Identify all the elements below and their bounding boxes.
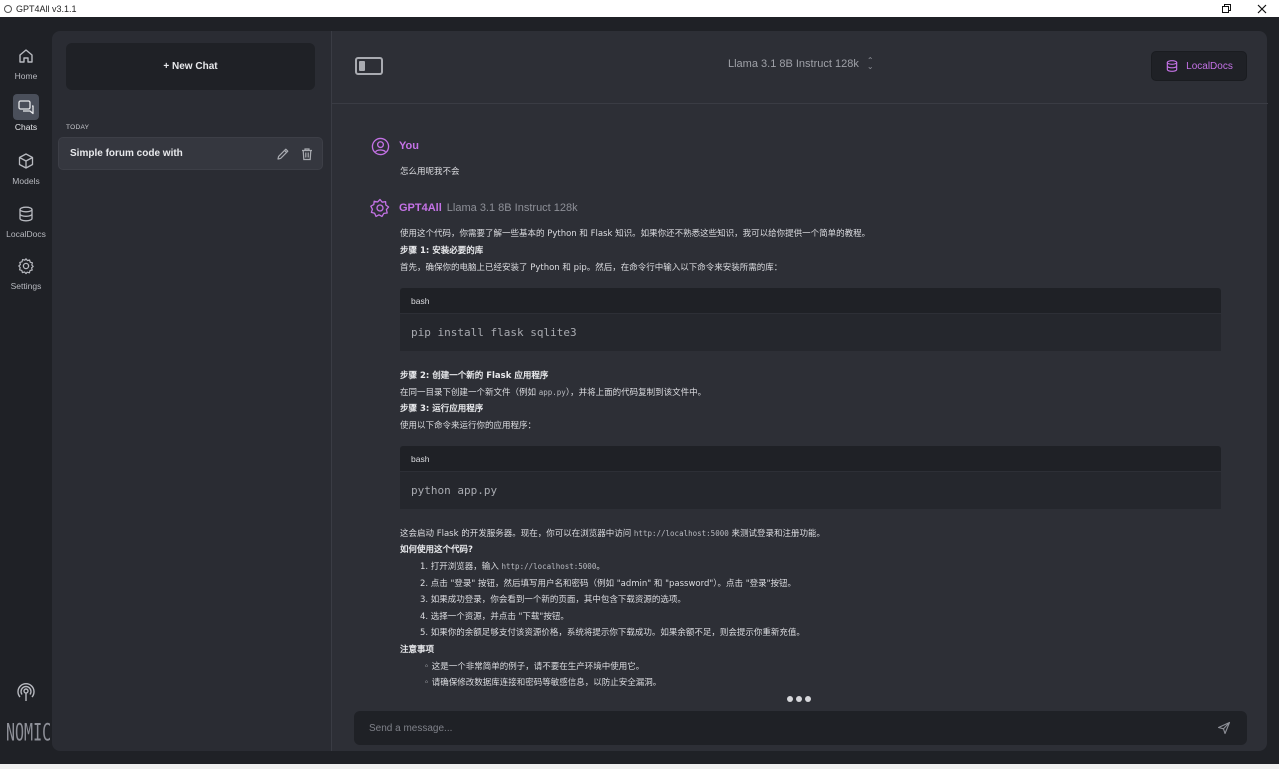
chat-header: Llama 3.1 8B Instruct 128k ⌃ ⌄ LocalDocs bbox=[332, 31, 1268, 104]
settings-icon bbox=[13, 253, 39, 279]
nav-item-models[interactable]: Models bbox=[0, 148, 52, 196]
inline-code: http://localhost:5000 bbox=[633, 529, 729, 538]
restore-icon bbox=[1221, 4, 1231, 13]
response-line: 使用以下命令来运行你的应用程序： bbox=[400, 421, 537, 431]
send-icon bbox=[1217, 721, 1231, 735]
app-icon bbox=[4, 4, 12, 13]
response-step: 3. 如果成功登录，你会看到一个新的页面，其中包含下载资源的选项。 bbox=[420, 595, 686, 605]
trash-icon[interactable] bbox=[298, 145, 316, 163]
inline-code: http://localhost:5000 bbox=[501, 562, 597, 571]
localdocs-button[interactable]: LocalDocs bbox=[1151, 51, 1247, 81]
home-icon bbox=[13, 43, 39, 69]
user-message-header: You bbox=[370, 136, 419, 156]
nav-label-models: Models bbox=[12, 176, 40, 186]
localdocs-icon bbox=[13, 201, 39, 227]
assistant-message-header: GPT4All Llama 3.1 8B Instruct 128k bbox=[370, 198, 578, 218]
code-text: pip install flask sqlite3 bbox=[400, 314, 1221, 351]
response-heading: 注意事项 bbox=[400, 645, 435, 655]
assistant-model-name: Llama 3.1 8B Instruct 128k bbox=[446, 202, 578, 214]
assistant-name: GPT4All bbox=[399, 202, 442, 214]
nav-item-home[interactable]: Home bbox=[0, 43, 52, 91]
response-step: 2. 点击 "登录" 按钮，然后填写用户名和密码（例如 "admin" 和 "p… bbox=[420, 579, 797, 589]
nav-label-home: Home bbox=[14, 71, 38, 81]
code-block[interactable]: bash python app.py bbox=[400, 446, 1221, 509]
section-label-today: TODAY bbox=[66, 124, 90, 131]
gpt4all-logo-icon bbox=[370, 198, 390, 218]
user-name: You bbox=[399, 140, 419, 152]
localdocs-label: LocalDocs bbox=[1186, 60, 1233, 72]
toggle-sidebar-button[interactable] bbox=[355, 57, 383, 75]
response-line: 首先，确保你的电脑上已经安装了 Python 和 pip。然后，在命令行中输入以… bbox=[400, 263, 783, 273]
code-language: bash bbox=[400, 446, 1221, 472]
edit-icon[interactable] bbox=[274, 145, 292, 163]
model-name: Llama 3.1 8B Instruct 128k bbox=[728, 58, 859, 70]
user-avatar-icon bbox=[370, 136, 390, 156]
message-input[interactable] bbox=[354, 722, 1209, 734]
close-icon bbox=[1257, 4, 1267, 13]
response-line: 使用这个代码，你需要了解一些基本的 Python 和 Flask 知识。如果你还… bbox=[400, 229, 871, 239]
response-step: 4. 选择一个资源，并点击 "下载"按钮。 bbox=[420, 612, 569, 622]
models-icon bbox=[13, 148, 39, 174]
nav-label-settings: Settings bbox=[10, 281, 42, 291]
inline-code: app.py bbox=[538, 388, 566, 397]
send-button[interactable] bbox=[1209, 713, 1239, 743]
response-bullet: ◦ 请确保修改数据库连接和密码等敏感信息，以防止安全漏洞。 bbox=[424, 678, 662, 688]
chat-list-panel: + New Chat TODAY Simple forum code with bbox=[52, 31, 331, 751]
chevron-updown-icon: ⌃ ⌄ bbox=[866, 56, 874, 71]
user-message-text: 怎么用呢我不会 bbox=[400, 167, 460, 177]
chat-title: Simple forum code with bbox=[70, 148, 183, 159]
restore-button[interactable] bbox=[1211, 0, 1241, 17]
nav-label-chats: Chats bbox=[14, 122, 38, 132]
conversation: You 怎么用呢我不会 GPT4All Llama 3.1 8B Instruc… bbox=[332, 105, 1268, 695]
response-step: 5. 如果你的余额足够支付该资源价格，系统将提示你下载成功。如果余额不足，则会提… bbox=[420, 628, 805, 638]
response-line: 在同一目录下创建一个新文件（例如 app.py），并将上面的代码复制到该文件中。 bbox=[400, 388, 707, 398]
window-title: GPT4All v3.1.1 bbox=[16, 3, 77, 14]
model-selector[interactable]: Llama 3.1 8B Instruct 128k ⌃ ⌄ bbox=[728, 56, 874, 71]
left-nav: Home Chats Models LocalDocs Settings NOM… bbox=[0, 17, 52, 764]
response-bullet: ◦ 这是一个非常简单的例子，请不要在生产环境中使用它。 bbox=[424, 662, 645, 672]
window-titlebar: GPT4All v3.1.1 bbox=[0, 0, 1279, 17]
message-input-bar bbox=[354, 711, 1247, 745]
chat-main: Llama 3.1 8B Instruct 128k ⌃ ⌄ LocalDocs … bbox=[331, 31, 1268, 751]
nav-item-settings[interactable]: Settings bbox=[0, 253, 52, 301]
nomic-logo: NOMIC bbox=[6, 718, 52, 747]
database-icon bbox=[1166, 60, 1178, 72]
nav-label-localdocs: LocalDocs bbox=[6, 229, 46, 239]
code-text: python app.py bbox=[400, 472, 1221, 509]
chats-icon bbox=[13, 94, 39, 120]
app-window: Home Chats Models LocalDocs Settings NOM… bbox=[0, 17, 1279, 764]
code-block[interactable]: bash pip install flask sqlite3 bbox=[400, 288, 1221, 351]
typing-indicator bbox=[787, 696, 814, 702]
response-heading: 步骤 2: 创建一个新的 Flask 应用程序 bbox=[400, 371, 549, 381]
response-heading: 步骤 1: 安装必要的库 bbox=[400, 246, 484, 256]
chat-list-item[interactable]: Simple forum code with bbox=[58, 137, 323, 170]
window-bottom-edge bbox=[0, 764, 1279, 769]
new-chat-button[interactable]: + New Chat bbox=[66, 43, 315, 90]
close-window-button[interactable] bbox=[1247, 0, 1277, 17]
response-heading: 如何使用这个代码? bbox=[400, 545, 473, 555]
response-step: 1. 打开浏览器，输入 http://localhost:5000。 bbox=[420, 562, 605, 572]
broadcast-icon[interactable] bbox=[15, 682, 37, 704]
response-heading: 步骤 3: 运行应用程序 bbox=[400, 404, 484, 414]
code-language: bash bbox=[400, 288, 1221, 314]
nav-item-chats[interactable]: Chats bbox=[0, 94, 52, 142]
nav-item-localdocs[interactable]: LocalDocs bbox=[0, 201, 52, 249]
response-line: 这会启动 Flask 的开发服务器。现在，你可以在浏览器中访问 http://l… bbox=[400, 529, 825, 539]
